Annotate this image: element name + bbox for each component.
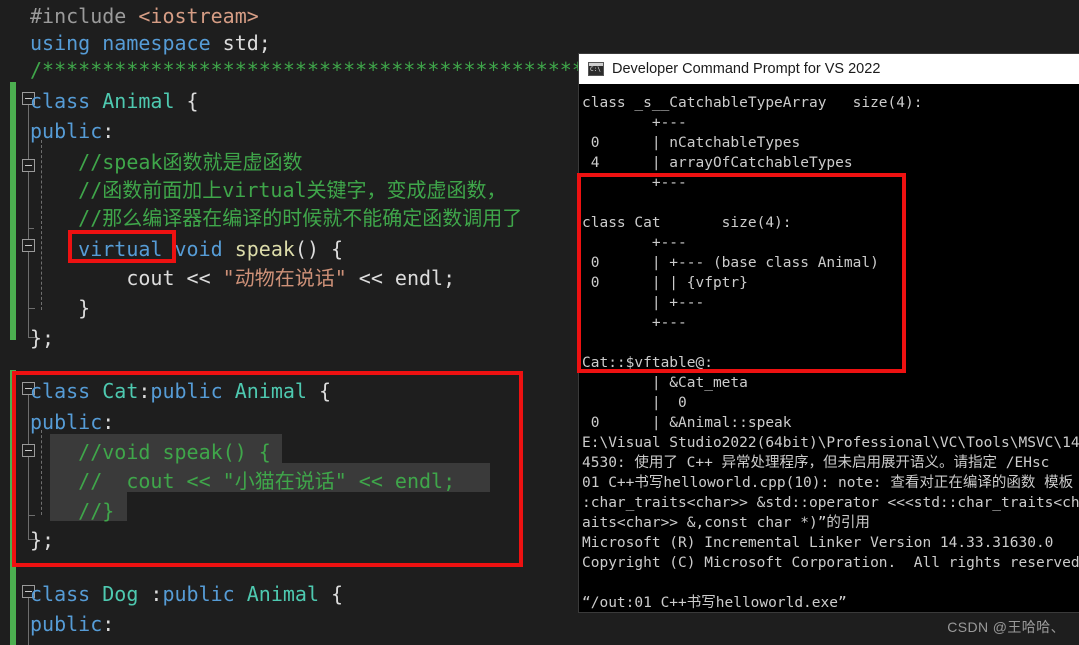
console-line: +---: [582, 115, 687, 131]
console-line: +---: [582, 175, 687, 191]
console-line: | 0: [582, 395, 687, 411]
code-token: :: [138, 379, 151, 403]
console-line: 4530: 使用了 C++ 异常处理程序，但未启用展开语义。请指定 /EHsc: [582, 455, 1050, 471]
code-line-text: }: [0, 292, 90, 324]
console-line: 0 | | {vfptr}: [582, 275, 748, 291]
code-token: :: [102, 410, 115, 434]
code-token: () {: [294, 237, 344, 261]
code-token: public: [30, 119, 103, 143]
code-line-text: //void speak() {: [0, 436, 271, 468]
console-line: E:\Visual Studio2022(64bit)\Professional…: [582, 435, 1079, 451]
code-token: {: [319, 582, 344, 606]
code-line-text: public:: [0, 115, 114, 147]
console-title-text: Developer Command Prompt for VS 2022: [612, 61, 881, 77]
code-token: Animal: [246, 582, 320, 606]
code-token: //}: [30, 499, 115, 523]
code-token: }: [30, 296, 91, 320]
code-token: // cout << "小猫在说话" << endl;: [30, 469, 456, 493]
code-token: "动物在说话": [222, 266, 347, 290]
console-line: class Cat size(4):: [582, 215, 792, 231]
developer-command-prompt-window[interactable]: Developer Command Prompt for VS 2022 cla…: [579, 54, 1079, 612]
code-token: //那么编译器在编译的时候就不能确定函数调用了: [30, 206, 523, 230]
code-token: Dog: [102, 582, 139, 606]
code-line-text: class Cat:public Animal {: [0, 375, 331, 407]
code-line-text: };: [0, 524, 54, 556]
code-token: Cat: [102, 379, 139, 403]
console-line: 4 | arrayOfCatchableTypes: [582, 155, 853, 171]
code-line-text: public:: [0, 406, 114, 438]
console-line: Copyright (C) Microsoft Corporation. All…: [582, 555, 1079, 571]
console-line: Cat::$vftable@:: [582, 355, 713, 371]
code-token: public: [162, 582, 247, 606]
console-line: Microsoft (R) Incremental Linker Version…: [582, 535, 1054, 551]
console-line: 0 | nCatchableTypes: [582, 135, 801, 151]
code-token: {: [306, 379, 332, 403]
code-token: {: [174, 89, 199, 113]
code-token: std;: [222, 31, 271, 55]
code-line-text: // cout << "小猫在说话" << endl;: [0, 465, 455, 497]
code-token: //void speak() {: [30, 440, 271, 464]
code-token: class: [30, 89, 103, 113]
code-line-text: //那么编译器在编译的时候就不能确定函数调用了: [0, 202, 522, 234]
code-token: << endl;: [346, 266, 456, 290]
code-line-text: class Animal {: [0, 85, 199, 117]
console-line: | +---: [582, 295, 705, 311]
console-line: +---: [582, 315, 687, 331]
code-token: //speak函数就是虚函数: [30, 150, 303, 174]
code-token: cout <<: [30, 266, 223, 290]
code-token: Animal: [102, 89, 175, 113]
code-token: :: [102, 612, 115, 636]
code-token: :: [102, 119, 115, 143]
code-line-text: };: [0, 322, 54, 354]
console-output: class _s__CatchableTypeArray size(4): +-…: [579, 84, 1079, 612]
console-title-bar[interactable]: Developer Command Prompt for VS 2022: [579, 54, 1079, 84]
code-token: public: [30, 612, 103, 636]
code-line-text: public:: [0, 608, 114, 640]
code-line[interactable]: public:: [0, 608, 1079, 640]
csdn-watermark: CSDN @王哈哈、: [947, 619, 1065, 635]
code-token: };: [30, 326, 55, 350]
console-line: +---: [582, 235, 687, 251]
code-token: public: [30, 410, 103, 434]
code-line-text: virtual void speak() {: [0, 233, 343, 265]
code-line-text: //}: [0, 495, 114, 527]
console-line: 0 | +--- (base class Animal): [582, 255, 879, 271]
code-token: #include: [30, 4, 139, 28]
code-token: class: [30, 379, 103, 403]
code-token: class: [30, 582, 103, 606]
console-line: “/out:01 C++书写helloworld.exe”: [582, 595, 847, 611]
console-line: 01 C++书写helloworld.cpp(10): note: 查看对正在编…: [582, 475, 1079, 491]
console-line: 0 | &Animal::speak: [582, 415, 792, 431]
code-token: :: [138, 582, 163, 606]
code-token: };: [30, 528, 55, 552]
code-token: speak: [234, 237, 295, 261]
code-token: using namespace: [30, 31, 223, 55]
console-icon: [588, 62, 604, 76]
console-line: | &Cat_meta: [582, 375, 748, 391]
code-line-text: cout << "动物在说话" << endl;: [0, 262, 455, 294]
code-line-text: class Dog :public Animal {: [0, 578, 343, 610]
code-token: //函数前面加上virtual关键字，变成虚函数，: [30, 178, 507, 202]
code-token: virtual void: [30, 237, 235, 261]
console-line: aits<char>> &,const char *)”的引用: [582, 515, 870, 531]
code-token: public: [150, 379, 235, 403]
code-token: <iostream>: [138, 4, 259, 28]
console-line: class _s__CatchableTypeArray size(4):: [582, 95, 923, 111]
console-line: :char_traits<char>> &std::operator <<<st…: [582, 495, 1079, 511]
code-token: Animal: [234, 379, 307, 403]
